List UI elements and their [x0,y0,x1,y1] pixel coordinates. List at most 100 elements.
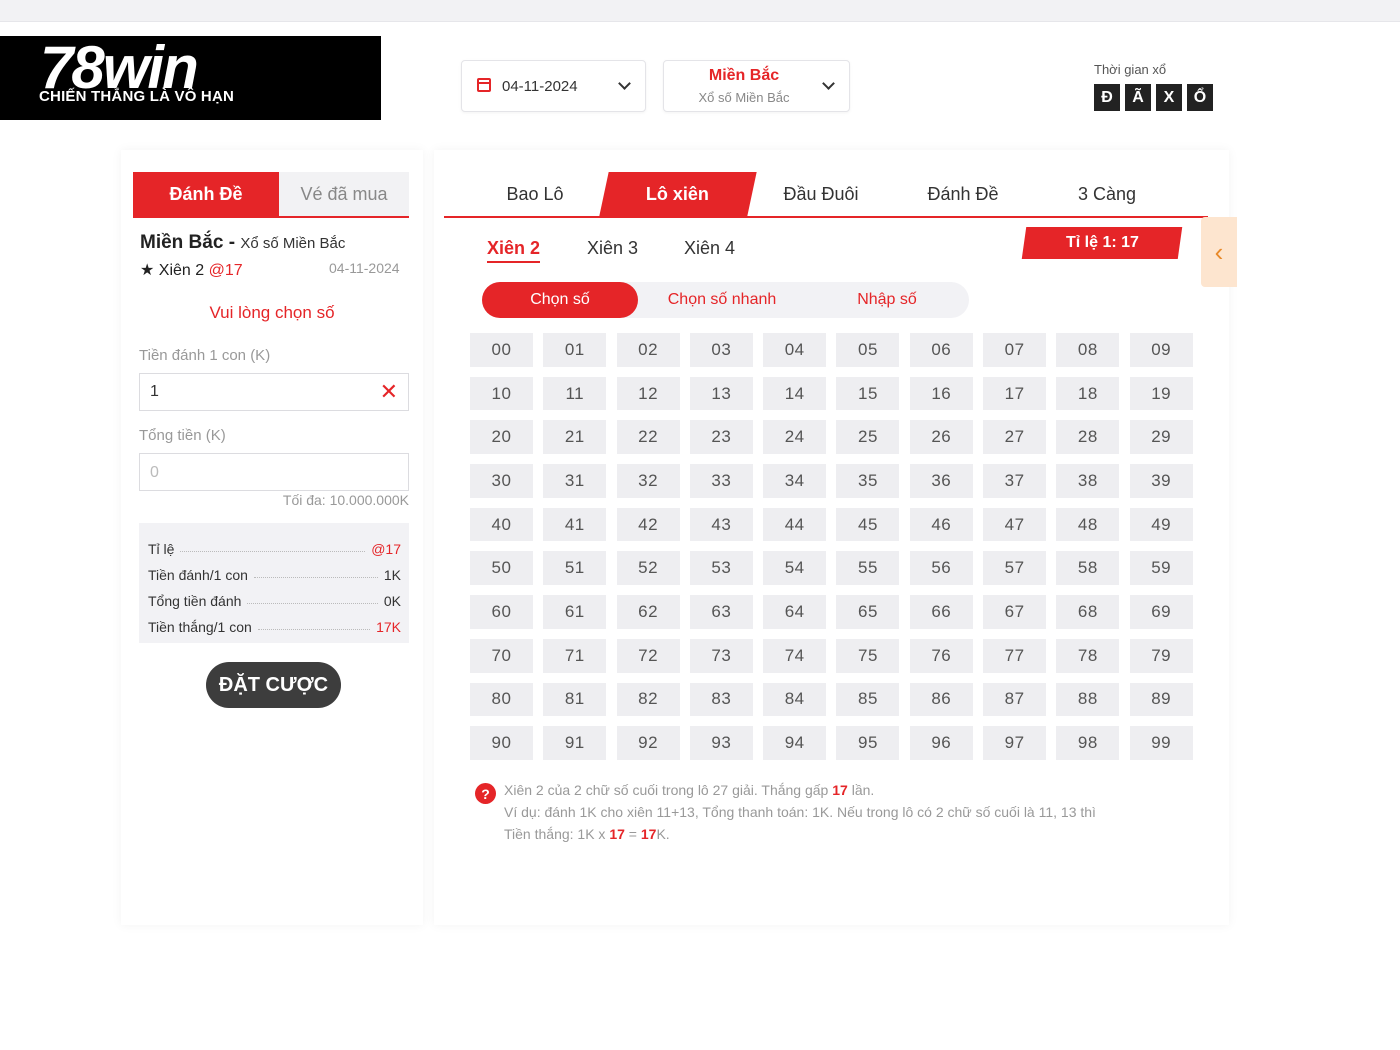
mode-chon-so[interactable]: Chọn số [482,282,638,318]
number-cell[interactable]: 07 [983,333,1047,367]
number-cell[interactable]: 30 [470,464,533,498]
number-cell[interactable]: 73 [689,638,753,673]
number-cell[interactable]: 23 [689,420,753,455]
chevron-left-icon[interactable]: ‹ [1201,217,1237,287]
number-cell[interactable]: 15 [836,376,900,411]
number-cell[interactable]: 86 [909,682,973,717]
number-cell[interactable]: 00 [470,333,533,367]
number-cell[interactable]: 62 [616,595,680,629]
number-cell[interactable]: 97 [983,726,1047,760]
number-cell[interactable]: 95 [836,726,900,760]
number-cell[interactable]: 80 [470,682,533,717]
number-cell[interactable]: 87 [983,682,1047,717]
number-cell[interactable]: 94 [763,726,827,760]
number-cell[interactable]: 99 [1129,726,1193,760]
number-cell[interactable]: 42 [616,507,680,542]
number-cell[interactable]: 19 [1129,376,1193,411]
number-cell[interactable]: 51 [543,551,607,586]
number-cell[interactable]: 47 [983,507,1047,542]
number-cell[interactable]: 81 [543,682,607,717]
number-cell[interactable]: 65 [836,595,900,629]
number-cell[interactable]: 29 [1129,420,1193,455]
number-cell[interactable]: 57 [983,551,1047,586]
number-cell[interactable]: 24 [763,420,827,455]
number-cell[interactable]: 93 [689,726,753,760]
number-cell[interactable]: 88 [1056,682,1120,717]
place-bet-button[interactable]: ĐẶT CƯỢC [206,662,341,708]
number-cell[interactable]: 92 [616,726,680,760]
number-cell[interactable]: 41 [543,507,607,542]
clear-icon[interactable]: ✕ [380,379,398,405]
number-cell[interactable]: 04 [763,333,827,367]
date-select[interactable]: 04-11-2024 [461,60,646,112]
number-cell[interactable]: 60 [470,595,533,629]
number-cell[interactable]: 26 [909,420,973,455]
number-cell[interactable]: 75 [836,638,900,673]
number-cell[interactable]: 10 [470,376,533,411]
mode-nhap-so[interactable]: Nhập số [822,282,952,318]
number-cell[interactable]: 98 [1056,726,1120,760]
number-cell[interactable]: 06 [909,333,973,367]
number-cell[interactable]: 13 [689,376,753,411]
number-cell[interactable]: 18 [1056,376,1120,411]
tab-lo-xien[interactable]: Lô xiên [599,172,757,216]
tab-dau-duoi[interactable]: Đầu Đuôi [750,172,892,216]
tab-danh-de[interactable]: Đánh Đề [892,172,1034,216]
region-select[interactable]: Miền Bắc Xổ số Miền Bắc [663,60,850,112]
number-cell[interactable]: 33 [689,464,753,498]
number-cell[interactable]: 85 [836,682,900,717]
number-cell[interactable]: 14 [763,376,827,411]
tab-3-cang[interactable]: 3 Càng [1036,172,1178,216]
number-cell[interactable]: 84 [763,682,827,717]
number-cell[interactable]: 59 [1129,551,1193,586]
number-cell[interactable]: 83 [689,682,753,717]
number-cell[interactable]: 50 [470,551,533,586]
number-cell[interactable]: 72 [616,638,680,673]
number-cell[interactable]: 69 [1129,595,1193,629]
subtab-xien-4[interactable]: Xiên 4 [684,238,735,259]
number-cell[interactable]: 39 [1129,464,1193,498]
number-cell[interactable]: 27 [983,420,1047,455]
number-cell[interactable]: 82 [616,682,680,717]
number-cell[interactable]: 77 [983,638,1047,673]
number-cell[interactable]: 16 [909,376,973,411]
number-cell[interactable]: 52 [616,551,680,586]
number-cell[interactable]: 40 [470,507,533,542]
number-cell[interactable]: 76 [909,638,973,673]
number-cell[interactable]: 22 [616,420,680,455]
number-cell[interactable]: 38 [1056,464,1120,498]
number-cell[interactable]: 34 [763,464,827,498]
number-cell[interactable]: 49 [1129,507,1193,542]
number-cell[interactable]: 54 [763,551,827,586]
number-cell[interactable]: 78 [1056,638,1120,673]
number-cell[interactable]: 45 [836,507,900,542]
subtab-xien-3[interactable]: Xiên 3 [587,238,638,259]
number-cell[interactable]: 68 [1056,595,1120,629]
number-cell[interactable]: 66 [909,595,973,629]
number-cell[interactable]: 53 [689,551,753,586]
number-cell[interactable]: 01 [543,333,607,367]
number-cell[interactable]: 74 [763,638,827,673]
number-cell[interactable]: 67 [983,595,1047,629]
number-cell[interactable]: 11 [543,376,607,411]
number-cell[interactable]: 89 [1129,682,1193,717]
number-cell[interactable]: 71 [543,638,607,673]
tab-ve-da-mua[interactable]: Vé đã mua [279,172,409,216]
number-cell[interactable]: 91 [543,726,607,760]
number-cell[interactable]: 44 [763,507,827,542]
number-cell[interactable]: 56 [909,551,973,586]
number-cell[interactable]: 17 [983,376,1047,411]
site-logo[interactable]: 78win CHIẾN THẮNG LÀ VÔ HẠN [0,36,381,120]
number-cell[interactable]: 35 [836,464,900,498]
stake-input[interactable]: 1 ✕ [139,373,409,411]
mode-chon-so-nhanh[interactable]: Chọn số nhanh [652,282,792,318]
subtab-xien-2[interactable]: Xiên 2 [487,238,541,263]
number-cell[interactable]: 48 [1056,507,1120,542]
number-cell[interactable]: 46 [909,507,973,542]
number-cell[interactable]: 96 [909,726,973,760]
number-cell[interactable]: 02 [616,333,680,367]
number-cell[interactable]: 90 [470,726,533,760]
number-cell[interactable]: 43 [689,507,753,542]
number-cell[interactable]: 64 [763,595,827,629]
number-cell[interactable]: 36 [909,464,973,498]
